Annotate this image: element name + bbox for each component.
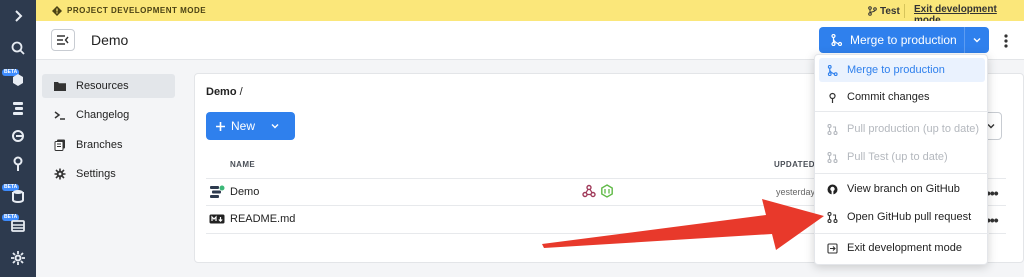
workflows-icon[interactable] <box>8 98 28 118</box>
breadcrumb-item[interactable]: Demo <box>206 86 237 98</box>
settings-icon[interactable] <box>8 248 28 268</box>
new-button[interactable]: New <box>206 112 295 140</box>
warning-icon <box>52 5 62 16</box>
merge-icon <box>831 34 842 46</box>
sidebar-toggle-button[interactable] <box>51 29 75 51</box>
column-header-updated[interactable]: UPDATED <box>774 160 815 169</box>
chevron-down-icon <box>271 124 279 129</box>
menu-item-commit-changes[interactable]: Commit changes <box>819 85 985 109</box>
merge-to-production-button[interactable]: Merge to production <box>819 27 964 53</box>
pull-request-icon <box>827 151 838 163</box>
chevron-down-icon <box>973 38 981 43</box>
sidebar-item-changelog[interactable]: Changelog <box>42 103 175 127</box>
tables-icon[interactable] <box>8 216 28 236</box>
menu-separator <box>815 111 989 112</box>
sidebar-item-label: Resources <box>76 80 129 92</box>
file-name: README.md <box>230 213 296 225</box>
database-icon[interactable] <box>8 186 28 206</box>
menu-item-exit-dev-mode[interactable]: Exit development mode <box>819 236 985 260</box>
sidebar-item-label: Changelog <box>76 109 130 121</box>
plus-icon <box>216 121 225 131</box>
search-icon[interactable] <box>8 38 28 58</box>
sidebar-item-branches[interactable]: Branches <box>42 133 175 157</box>
app-icon <box>210 185 225 198</box>
branch-name: Test <box>880 5 900 17</box>
column-header-name[interactable]: NAME <box>230 160 255 169</box>
collapse-sidebar-icon <box>57 35 69 45</box>
page-title: Demo <box>91 32 129 48</box>
menu-item-view-branch-github[interactable]: View branch on GitHub <box>819 177 985 201</box>
apps-icon[interactable] <box>8 70 28 90</box>
terminal-icon <box>54 111 65 120</box>
mode-label: PROJECT DEVELOPMENT MODE <box>67 6 207 15</box>
icon-rail: BETA BETA BETA <box>0 0 36 277</box>
branches-icon <box>54 139 65 151</box>
merge-options-menu: Merge to production Commit changes Pull … <box>814 54 989 265</box>
merge-icon <box>827 64 838 76</box>
more-options-button[interactable] <box>1000 31 1012 51</box>
menu-item-label: Open GitHub pull request <box>847 211 972 223</box>
file-name: Demo <box>230 186 260 198</box>
sidebar-item-resources[interactable]: Resources <box>42 74 175 98</box>
menu-item-open-pull-request[interactable]: Open GitHub pull request <box>819 205 985 229</box>
commit-icon <box>829 92 836 103</box>
kebab-icon <box>1004 34 1008 48</box>
sidebar-item-label: Settings <box>76 168 116 180</box>
menu-item-label: Exit development mode <box>847 242 962 254</box>
sidebar-item-label: Branches <box>76 139 123 151</box>
menu-item-pull-test: Pull Test (up to date) <box>819 145 985 169</box>
menu-item-merge-to-production[interactable]: Merge to production <box>819 58 985 82</box>
merge-options-toggle[interactable] <box>964 27 989 53</box>
breadcrumb-separator: / <box>239 86 243 98</box>
chevron-down-icon <box>987 124 995 129</box>
project-sidenav: Resources Changelog Branches Settings <box>36 60 181 277</box>
branch-icon <box>868 6 877 16</box>
menu-item-pull-production: Pull production (up to date) <box>819 117 985 141</box>
sidebar-item-settings[interactable]: Settings <box>42 162 175 186</box>
menu-item-label: View branch on GitHub <box>847 183 960 195</box>
resources-icon[interactable] <box>8 126 28 146</box>
folder-icon <box>54 82 66 91</box>
branch-indicator[interactable]: Test <box>864 4 905 18</box>
keys-icon[interactable] <box>8 154 28 174</box>
dev-mode-banner: PROJECT DEVELOPMENT MODE Test Exit devel… <box>36 0 1024 26</box>
merge-split-button[interactable]: Merge to production <box>819 27 989 53</box>
annotation-arrow-icon <box>542 199 824 250</box>
menu-separator <box>815 173 989 174</box>
menu-item-label: Pull Test (up to date) <box>847 151 948 163</box>
menu-item-label: Merge to production <box>847 64 945 76</box>
menu-separator <box>815 233 989 234</box>
menu-item-label: Commit changes <box>847 91 930 103</box>
new-button-label: New <box>231 119 256 133</box>
markdown-icon <box>209 214 225 224</box>
chevron-right-icon[interactable] <box>8 6 28 26</box>
merge-button-label: Merge to production <box>850 33 957 47</box>
gear-icon <box>54 168 66 180</box>
menu-item-label: Pull production (up to date) <box>847 123 980 135</box>
breadcrumb: Demo / <box>206 86 243 98</box>
pull-request-icon <box>827 123 838 135</box>
